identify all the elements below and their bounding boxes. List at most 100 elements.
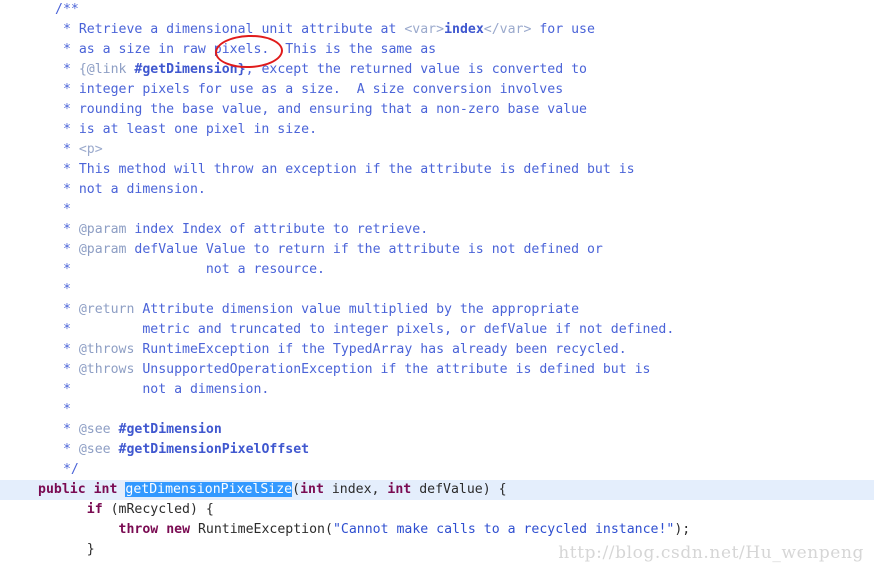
javadoc-tag-throws: @throws xyxy=(78,342,135,357)
code-line-javadoc-see-getdimensionpixeloffset: * @see #getDimensionPixelOffset xyxy=(0,440,874,460)
javadoc-text: * not a resource. xyxy=(55,262,325,277)
javadoc-inline-link-tag: {@link xyxy=(78,62,135,77)
call-close: ); xyxy=(674,522,691,537)
code-line-javadoc-6: * is at least one pixel in size. xyxy=(0,120,874,140)
javadoc-star: * xyxy=(55,442,79,457)
code-line-javadoc-8: * This method will throw an exception if… xyxy=(0,160,874,180)
keyword-int-param1: int xyxy=(300,482,324,497)
html-tag-var-open: <var> xyxy=(404,22,445,37)
param-defvalue: defValue xyxy=(411,482,483,497)
javadoc-text: * integer pixels for use as a size. A si… xyxy=(55,82,564,97)
javadoc-tag-see: @see xyxy=(78,442,111,457)
javadoc-text: defValue Value to return if the attribut… xyxy=(126,242,603,257)
code-line-javadoc-2: * as a size in raw pixels. This is the s… xyxy=(0,40,874,60)
javadoc-star: * xyxy=(55,62,79,77)
javadoc-text: * not a dimension. xyxy=(55,182,206,197)
code-line-javadoc-3: * {@link #getDimension}, except the retu… xyxy=(0,60,874,80)
code-line-comment-close: */ xyxy=(0,460,874,480)
javadoc-star: * xyxy=(55,302,79,317)
javadoc-var-name: index xyxy=(444,22,484,37)
javadoc-text: index Index of attribute to retrieve. xyxy=(126,222,429,237)
code-line-comment-open: /** xyxy=(0,0,874,20)
javadoc-tag-param: @param xyxy=(78,222,127,237)
javadoc-link-reference[interactable]: #getDimension} xyxy=(134,62,245,77)
javadoc-tag-see: @see xyxy=(78,422,111,437)
code-line-javadoc-14: * xyxy=(0,280,874,300)
code-line-javadoc-throws-unsupported: * @throws UnsupportedOperationException … xyxy=(0,360,874,380)
javadoc-text: * xyxy=(55,202,71,217)
closing-brace: } xyxy=(86,542,95,557)
keyword-public: public xyxy=(38,482,86,497)
javadoc-space xyxy=(111,422,119,437)
code-line-if-statement: if (mRecycled) { xyxy=(0,500,874,520)
code-line-javadoc-return: * @return Attribute dimension value mult… xyxy=(0,300,874,320)
code-line-throw-statement: throw new RuntimeException("Cannot make … xyxy=(0,520,874,540)
code-line-javadoc-param-defvalue: * @param defValue Value to return if the… xyxy=(0,240,874,260)
code-line-javadoc-throws-runtime: * @throws RuntimeException if the TypedA… xyxy=(0,340,874,360)
javadoc-star: * xyxy=(55,422,79,437)
paren-close-brace: ) { xyxy=(482,482,507,497)
javadoc-text: * not a dimension. xyxy=(55,382,270,397)
keyword-int-param2: int xyxy=(387,482,412,497)
javadoc-text: * as a size in raw pixels. This is the s… xyxy=(55,42,437,57)
code-line-javadoc-16: * metric and truncated to integer pixels… xyxy=(0,320,874,340)
keyword-new: new xyxy=(166,522,191,537)
javadoc-text: * xyxy=(55,282,71,297)
javadoc-text: , except the returned value is converted… xyxy=(245,62,587,77)
code-line-javadoc-1: * Retrieve a dimensional unit attribute … xyxy=(0,20,874,40)
html-tag-var-close: </var> xyxy=(483,22,532,37)
code-line-javadoc-13: * not a resource. xyxy=(0,260,874,280)
javadoc-star: * xyxy=(55,222,79,237)
javadoc-text: * rounding the base value, and ensuring … xyxy=(55,102,587,117)
method-signature-content: public int getDimensionPixelSize(int ind… xyxy=(0,480,507,500)
javadoc-tag-return: @return xyxy=(78,302,135,317)
keyword-int-return-type: int xyxy=(93,482,118,497)
javadoc-open: /** xyxy=(55,2,79,17)
javadoc-text-tail: for use xyxy=(531,22,595,37)
code-surface[interactable]: /** * Retrieve a dimensional unit attrib… xyxy=(0,0,874,567)
javadoc-text: UnsupportedOperationException if the att… xyxy=(134,362,651,377)
paren-open: ( xyxy=(292,482,301,497)
param-index: index, xyxy=(323,482,388,497)
javadoc-text: * This method will throw an exception if… xyxy=(55,162,635,177)
code-line-javadoc-19: * not a dimension. xyxy=(0,380,874,400)
javadoc-see-reference[interactable]: #getDimension xyxy=(119,422,222,437)
javadoc-see-reference[interactable]: #getDimensionPixelOffset xyxy=(119,442,310,457)
code-line-javadoc-7: * <p> xyxy=(0,140,874,160)
exception-constructor-call: RuntimeException( xyxy=(190,522,333,537)
javadoc-close: */ xyxy=(55,462,79,477)
javadoc-star: * xyxy=(55,342,79,357)
code-line-javadoc-9: * not a dimension. xyxy=(0,180,874,200)
string-literal: "Cannot make calls to a recycled instanc… xyxy=(332,522,675,537)
javadoc-star: * xyxy=(55,22,79,37)
code-line-method-signature[interactable]: public int getDimensionPixelSize(int ind… xyxy=(0,480,874,500)
javadoc-tag-param: @param xyxy=(78,242,127,257)
javadoc-text: RuntimeException if the TypedArray has a… xyxy=(134,342,627,357)
keyword-if: if xyxy=(86,502,103,517)
code-line-javadoc-see-getdimension: * @see #getDimension xyxy=(0,420,874,440)
keyword-throw: throw xyxy=(118,522,159,537)
html-tag-paragraph: <p> xyxy=(78,142,103,157)
javadoc-star: * xyxy=(55,362,79,377)
javadoc-text: * metric and truncated to integer pixels… xyxy=(55,322,675,337)
javadoc-text: * xyxy=(55,402,71,417)
javadoc-text: Retrieve a dimensional unit attribute at xyxy=(78,22,405,37)
javadoc-star: * xyxy=(55,242,79,257)
code-editor-view: /** * Retrieve a dimensional unit attrib… xyxy=(0,0,874,567)
code-line-javadoc-4: * integer pixels for use as a size. A si… xyxy=(0,80,874,100)
javadoc-space xyxy=(111,442,119,457)
selected-method-name[interactable]: getDimensionPixelSize xyxy=(125,482,293,497)
code-line-close-brace: } xyxy=(0,540,874,560)
if-condition: (mRecycled) { xyxy=(102,502,214,517)
javadoc-star: * xyxy=(55,142,79,157)
code-line-javadoc-param-index: * @param index Index of attribute to ret… xyxy=(0,220,874,240)
code-line-javadoc-20: * xyxy=(0,400,874,420)
code-line-javadoc-10: * xyxy=(0,200,874,220)
javadoc-tag-throws: @throws xyxy=(78,362,135,377)
javadoc-text: * is at least one pixel in size. xyxy=(55,122,318,137)
